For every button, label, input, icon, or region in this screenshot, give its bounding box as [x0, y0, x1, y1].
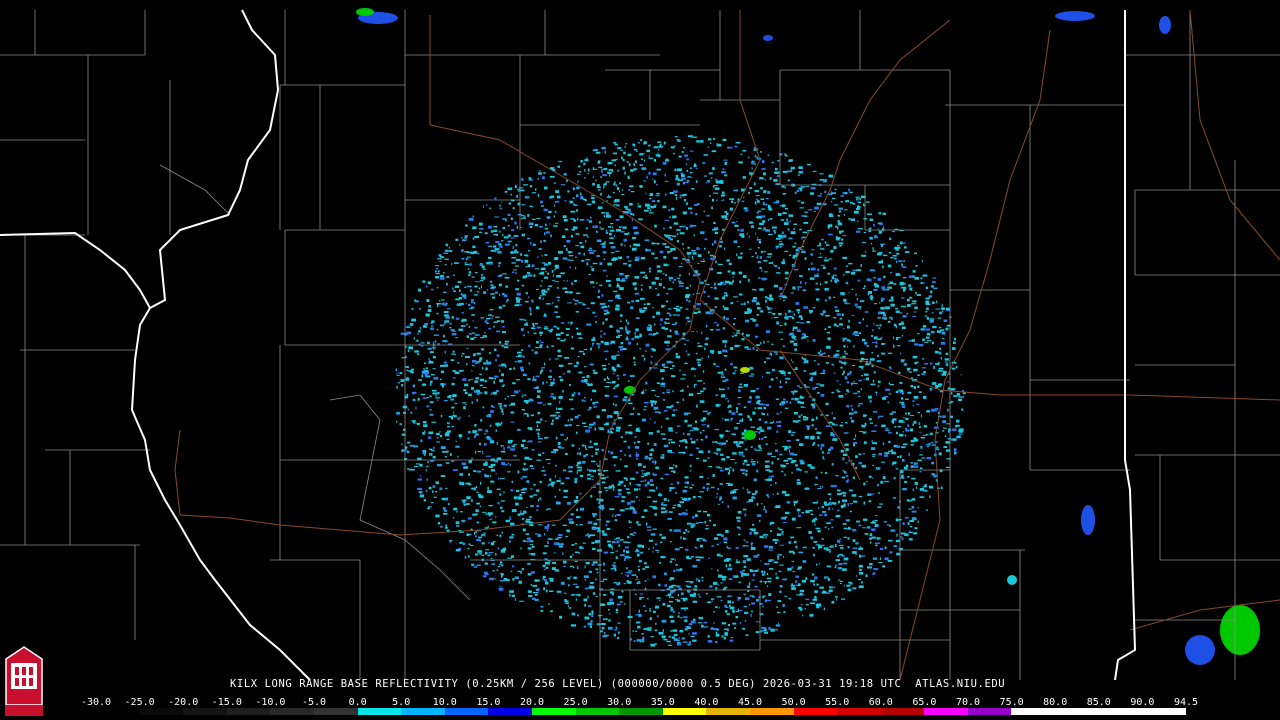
scale-label: 0.0: [348, 697, 367, 708]
scale-label: -10.0: [255, 697, 286, 708]
scale-label: 30.0: [607, 697, 632, 708]
scale-label: 94.5: [1173, 697, 1199, 708]
scale-swatch: [837, 708, 881, 715]
scale-swatch: [575, 708, 620, 715]
scale-label: 50.0: [781, 697, 806, 708]
scale-swatch: [270, 708, 314, 715]
scale-swatch: [662, 708, 707, 715]
scale-label: 25.0: [563, 697, 588, 708]
scale-label: 65.0: [912, 697, 937, 708]
radar-site-marker: [672, 379, 684, 391]
scale-swatch: [1098, 708, 1143, 715]
scale-label: -5.0: [301, 697, 327, 708]
county-borders: [0, 10, 1280, 680]
scale-label: -30.0: [80, 697, 112, 708]
scale-swatch: [139, 708, 184, 715]
scale-swatch: [1055, 708, 1099, 715]
scale-swatch: [967, 708, 1012, 715]
scale-swatch: [880, 708, 925, 715]
scale-label: 80.0: [1043, 697, 1068, 708]
scale-label: 15.0: [476, 697, 501, 708]
scale-label: 10.0: [432, 697, 457, 708]
scale-swatch: [793, 708, 838, 715]
scale-label: -15.0: [211, 697, 242, 708]
scale-label: 55.0: [825, 697, 850, 708]
scale-label: 85.0: [1086, 697, 1111, 708]
scale-label: 75.0: [999, 697, 1024, 708]
scale-label: 60.0: [868, 697, 893, 708]
scale-label: -20.0: [168, 697, 199, 708]
reflectivity-color-scale: [96, 708, 1186, 715]
scale-swatch: [226, 708, 271, 715]
scale-label: 20.0: [519, 697, 545, 708]
scale-swatch: [183, 708, 227, 715]
scale-label: 90.0: [1130, 697, 1155, 708]
scale-swatch: [706, 708, 750, 715]
product-caption: KILX LONG RANGE BASE REFLECTIVITY (0.25K…: [230, 678, 1006, 690]
scale-label: 35.0: [650, 697, 675, 708]
scale-swatch: [96, 708, 140, 715]
scale-swatch: [1142, 708, 1186, 715]
scale-swatch: [531, 708, 576, 715]
scale-swatch: [357, 708, 402, 715]
scale-label: 5.0: [392, 697, 411, 708]
scale-swatch: [401, 708, 445, 715]
scale-swatch: [1011, 708, 1056, 715]
scale-swatch: [924, 708, 968, 715]
scale-label: -25.0: [124, 697, 155, 708]
scale-label: 40.0: [694, 697, 719, 708]
scale-swatch: [313, 708, 358, 715]
scale-swatch: [444, 708, 489, 715]
scale-swatch: [488, 708, 532, 715]
scale-swatch: [749, 708, 794, 715]
scale-label: 70.0: [955, 697, 981, 708]
niu-logo: [5, 646, 43, 716]
radar-map: [0, 8, 1280, 681]
scale-label: 45.0: [737, 697, 763, 708]
scale-swatch: [619, 708, 663, 715]
